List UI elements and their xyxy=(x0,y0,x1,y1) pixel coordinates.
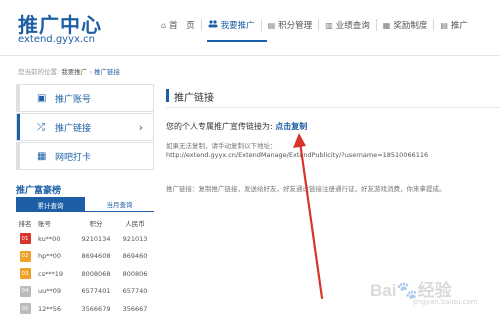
points-cell: 9210134 xyxy=(81,234,111,243)
section-title-bar xyxy=(166,89,169,102)
leaderboard-tabs: 累计查询 当月查询 xyxy=(16,197,154,212)
watermark-url: jingyan.baidu.com xyxy=(413,298,478,306)
breadcrumb-prefix: 您当前的位置: xyxy=(18,68,60,76)
breadcrumb-current: 推广链接 xyxy=(94,68,121,76)
manual-copy-hint: 如果无法复制，请手动复制以下地址： xyxy=(166,142,277,150)
rmb-cell: 869460 xyxy=(122,252,148,261)
sidebar-item-bar xyxy=(17,143,20,169)
account-cell: hp**00 xyxy=(38,252,62,261)
rank-badge: 03 xyxy=(19,268,31,280)
col-points-header: 积分 xyxy=(89,220,103,228)
chevron-right-icon: › xyxy=(138,120,143,134)
points-cell: 8008068 xyxy=(81,269,111,278)
tab-monthly[interactable]: 当月查询 xyxy=(85,197,154,212)
book-icon: ▤ xyxy=(267,20,276,30)
rmb-cell: 921013 xyxy=(122,234,148,243)
rank-badge: 02 xyxy=(19,250,31,262)
chart-icon: ▥ xyxy=(325,20,333,30)
sidebar-item-promo-account[interactable]: ▣ 推广账号 xyxy=(16,84,154,112)
col-account-header: 账号 xyxy=(38,220,51,228)
document-icon: ▦ xyxy=(382,20,391,30)
promo-link-line: 您的个人专属推广宣传链接为: 点击复制 xyxy=(166,121,307,132)
id-card-icon: ▣ xyxy=(37,92,47,104)
breadcrumb: 您当前的位置: 我要推广 › 推广链接 xyxy=(18,66,120,76)
table-row: 03 cs***19 8008068 800806 xyxy=(16,265,154,283)
breadcrumb-parent[interactable]: 我要推广 xyxy=(61,68,87,76)
leaderboard-table: 排名 账号 积分 人民币 01 ku**00 9210134 921013 02… xyxy=(16,216,154,318)
account-cell: ku**00 xyxy=(38,234,61,243)
home-icon: ⌂ xyxy=(161,20,167,30)
sidebar-item-cafe-checkin[interactable]: ▦ 网吧打卡 xyxy=(16,142,154,170)
table-header-row: 排名 账号 积分 人民币 xyxy=(16,216,154,230)
users-icon xyxy=(208,20,218,30)
rmb-cell: 657740 xyxy=(122,287,148,296)
rank-badge: 01 xyxy=(19,233,31,245)
rmb-cell: 356667 xyxy=(122,304,148,313)
nav-promote[interactable]: 我要推广 xyxy=(202,14,261,36)
nav-performance-label: 业绩查询 xyxy=(335,21,370,31)
account-cell: cs***19 xyxy=(38,269,63,278)
book-icon: ▤ xyxy=(440,20,448,30)
points-cell: 3566679 xyxy=(81,304,111,313)
main-nav: ⌂ 首 页 我要推广 ▤ 积分管理 ▥ 业绩查询 ▦ 奖励制度 ▤ 推广 xyxy=(155,14,474,36)
promo-rule-text: 推广链接：复制推广链接，发送给好友，好友通过链接注册通行证，好友游戏消费，你来拿… xyxy=(166,185,446,193)
nav-performance[interactable]: ▥ 业绩查询 xyxy=(319,14,376,36)
header: 推广中心 extend.gyyx.cn ⌂ 首 页 我要推广 ▤ 积分管理 ▥ … xyxy=(0,0,500,56)
sidebar-item-bar xyxy=(17,85,20,111)
rank-badge: 05 xyxy=(19,303,31,315)
col-rank-header: 排名 xyxy=(18,220,32,228)
logo-url[interactable]: extend.gyyx.cn xyxy=(18,34,95,45)
nav-promote-label: 我要推广 xyxy=(220,21,255,31)
table-row: 04 uu**09 6577401 657740 xyxy=(16,283,154,301)
sidebar-item-promo-link[interactable]: ⤮ 推广链接 › xyxy=(16,113,154,141)
sidebar-item-bar xyxy=(17,114,20,140)
nav-rewards-label: 奖励制度 xyxy=(393,21,428,31)
section-divider xyxy=(166,107,500,108)
leaderboard-title: 推广富豪榜 xyxy=(16,186,62,196)
promo-url[interactable]: http://extend.gyyx.cn/ExtendManage/Exten… xyxy=(166,151,428,159)
account-cell: uu**09 xyxy=(38,287,62,296)
page-title: 推广链接 xyxy=(174,93,214,104)
nav-points[interactable]: ▤ 积分管理 xyxy=(262,14,319,36)
table-row: 02 hp**00 8694608 869460 xyxy=(16,248,154,266)
nav-points-label: 积分管理 xyxy=(278,21,313,31)
points-cell: 8694608 xyxy=(81,252,111,261)
copy-link-button[interactable]: 点击复制 xyxy=(275,122,307,131)
table-row: 01 ku**00 9210134 921013 xyxy=(16,230,154,248)
table-row: 05 12**56 3566679 356667 xyxy=(16,300,154,318)
sidebar-item-label: 推广账号 xyxy=(55,94,92,105)
calendar-icon: ▦ xyxy=(37,150,47,162)
breadcrumb-separator: › xyxy=(89,68,92,76)
arrow-head xyxy=(293,133,306,148)
sidebar-item-label: 推广链接 xyxy=(55,123,92,134)
account-cell: 12**56 xyxy=(38,304,62,313)
nav-promote-more[interactable]: ▤ 推广 xyxy=(434,14,474,36)
nav-promote-more-label: 推广 xyxy=(450,21,468,31)
shuffle-icon: ⤮ xyxy=(37,121,45,133)
nav-rewards[interactable]: ▦ 奖励制度 xyxy=(377,14,434,36)
promo-link-prefix: 您的个人专属推广宣传链接为: xyxy=(166,122,273,131)
nav-home-label: 首 页 xyxy=(169,21,195,31)
rmb-cell: 800806 xyxy=(122,269,148,278)
points-cell: 6577401 xyxy=(81,287,111,296)
nav-home[interactable]: ⌂ 首 页 xyxy=(155,14,201,36)
nav-active-underline xyxy=(207,40,267,42)
col-rmb-header: 人民币 xyxy=(125,220,145,228)
arrow-shaft xyxy=(298,140,324,300)
rank-badge: 04 xyxy=(19,285,31,297)
tab-cumulative[interactable]: 累计查询 xyxy=(16,197,85,212)
sidebar-item-label: 网吧打卡 xyxy=(55,152,92,163)
